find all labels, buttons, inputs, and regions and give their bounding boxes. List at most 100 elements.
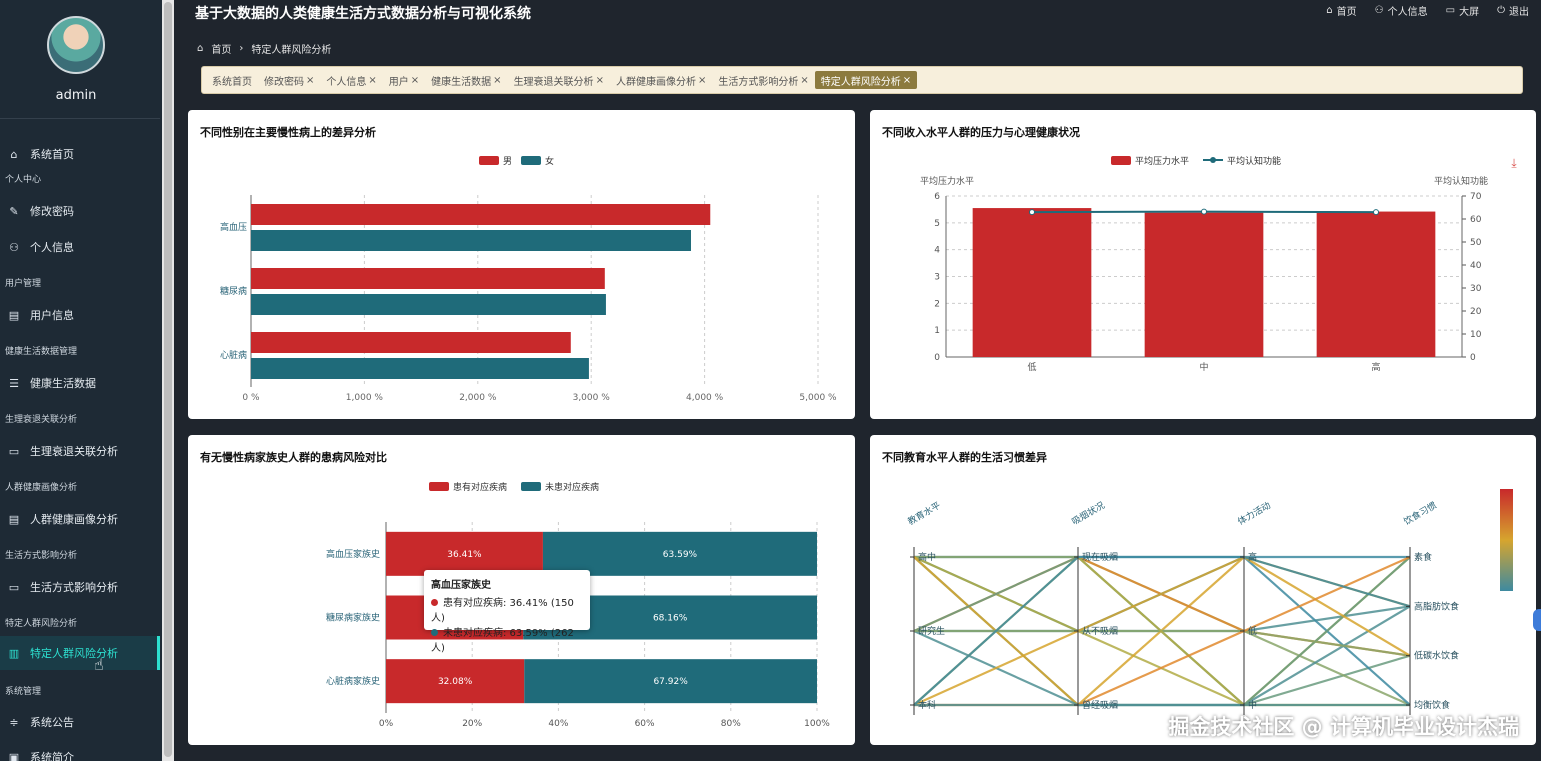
sidebar-item-about[interactable]: ▣ 系统简介	[0, 740, 160, 761]
x-tick-label: 60%	[635, 719, 655, 729]
tab-label: 个人信息	[326, 76, 367, 88]
legend-label: 患有对应疾病	[453, 481, 507, 493]
x-tick-label: 高	[1371, 361, 1380, 373]
tab-2[interactable]: 个人信息 ×	[320, 71, 382, 89]
sidebar: admin ⌂ 系统首页 个人中心 ✎ 修改密码 ⚇ 个人信息 用户管理 ▤ 用户信息 …	[0, 0, 162, 761]
info-icon: ▣	[8, 750, 20, 761]
sidebar-item-label: 个人信息	[30, 241, 74, 254]
tab-5[interactable]: 生理衰退关联分析 ×	[508, 71, 610, 89]
tab-label: 生理衰退关联分析	[513, 76, 594, 88]
axis-category-label: 现在吸烟	[1082, 551, 1118, 563]
sidebar-group-health-data: 健康生活数据管理	[5, 347, 78, 357]
parallel-line	[914, 629, 1411, 657]
app-title: 基于大数据的人类健康生活方式数据分析与可视化系统	[195, 6, 531, 22]
avatar[interactable]	[47, 16, 105, 74]
tab-label: 修改密码	[264, 76, 304, 88]
close-icon[interactable]: ×	[698, 75, 706, 86]
user-name: admin	[55, 88, 97, 103]
close-icon[interactable]: ×	[800, 75, 808, 86]
legend-swatch	[521, 482, 541, 491]
sidebar-item-profile[interactable]: ⚇ 个人信息	[0, 230, 160, 264]
tab-1[interactable]: 修改密码 ×	[258, 71, 320, 89]
tab-4[interactable]: 健康生活数据 ×	[425, 71, 507, 89]
sidebar-item-label: 系统首页	[30, 148, 74, 161]
top-nav-bigscreen[interactable]: ▭ 大屏	[1446, 3, 1479, 18]
y-tick-label: 4	[934, 246, 940, 256]
y-tick-label: 1	[934, 326, 940, 336]
sidebar-item-label: 人群健康画像分析	[30, 513, 118, 526]
scrollbar-thumb[interactable]	[164, 2, 172, 757]
tab-6[interactable]: 人群健康画像分析 ×	[610, 71, 712, 89]
close-icon[interactable]: ×	[368, 75, 376, 86]
close-icon[interactable]: ×	[411, 75, 419, 86]
user-icon: ⚇	[1374, 5, 1384, 16]
tab-3[interactable]: 用户 ×	[383, 71, 425, 89]
chart-card-gender-disease: 不同性别在主要慢性病上的差异分析 男女0 % 1,000 % 2,000 % 3,00…	[188, 110, 855, 419]
monitor-icon: ▭	[1445, 5, 1456, 16]
sidebar-item-health-data[interactable]: ☰ 健康生活数据	[0, 366, 160, 400]
sidebar-group-users: 用户管理	[5, 279, 42, 289]
close-icon[interactable]: ×	[903, 75, 911, 86]
x-tick-label: 0%	[379, 719, 394, 729]
y2-tick-label: 20	[1470, 307, 1482, 317]
tab-7[interactable]: 生活方式影响分析 ×	[712, 71, 814, 89]
parallel-line	[913, 555, 1411, 657]
chart-card-education-habits: 不同教育水平人群的生活习惯差异 教育水平 高中 研究生 本科 吸烟状况 现在吸烟 从不吸烟曾…	[870, 435, 1536, 745]
axis-category-label: 低	[1248, 625, 1257, 637]
bar	[251, 204, 711, 225]
y2-tick-label: 60	[1470, 215, 1482, 225]
home-icon: ⌂	[10, 147, 18, 161]
tooltip-line: 患有对应疾病: 36.41% (150人)	[431, 598, 574, 624]
y2-tick-label: 10	[1470, 330, 1482, 340]
x-tick-label: 40%	[548, 719, 568, 729]
axis-category-label: 均衡饮食	[1414, 699, 1450, 711]
legend-swatch	[1111, 156, 1131, 165]
clipboard-icon: ▤	[8, 308, 20, 322]
axis-category-label: 本科	[918, 699, 936, 711]
top-nav-logout[interactable]: ⏻ 退出	[1497, 3, 1529, 18]
breadcrumb-home[interactable]: 首页	[211, 41, 231, 56]
sidebar-scrollbar[interactable]	[162, 0, 174, 761]
y2-tick-label: 50	[1470, 238, 1482, 248]
y-tick-label: 0	[934, 353, 940, 363]
close-icon[interactable]: ×	[596, 75, 604, 86]
sidebar-item-announcement[interactable]: ≑ 系统公告	[0, 705, 160, 739]
sidebar-item-decline-analysis[interactable]: ▭ 生理衰退关联分析	[0, 434, 160, 468]
line-point	[1201, 208, 1207, 215]
data-label: 32.08%	[438, 677, 473, 687]
sidebar-item-lifestyle-analysis[interactable]: ▭ 生活方式影响分析	[0, 570, 160, 604]
x-tick-label: 中	[1199, 361, 1208, 373]
top-nav-home[interactable]: ⌂ 首页	[1326, 3, 1356, 18]
legend-swatch	[429, 482, 449, 491]
y2-tick-label: 30	[1470, 284, 1482, 294]
tab-label: 用户	[388, 76, 409, 88]
y-tick-label: 5	[934, 219, 940, 229]
sidebar-item-label: 系统公告	[30, 716, 74, 729]
tab-8[interactable]: 特定人群风险分析 ×	[814, 71, 918, 89]
download-icon: ⤓	[1511, 156, 1517, 170]
x-tick-label: 100%	[804, 719, 830, 729]
y-tick-label: 高血压	[220, 221, 247, 233]
sidebar-item-change-password[interactable]: ✎ 修改密码	[0, 194, 160, 228]
legend-swatch	[521, 156, 541, 165]
tab-0[interactable]: 系统首页	[206, 71, 258, 89]
close-icon[interactable]: ×	[306, 75, 314, 86]
y2-axis-title: 平均认知功能	[1434, 175, 1488, 187]
y-tick-label: 2	[934, 299, 940, 309]
axis-category-label: 低碳水饮食	[1414, 650, 1459, 662]
y-tick-label: 心脏病家族史	[326, 675, 380, 687]
close-icon[interactable]: ×	[493, 75, 501, 86]
x-tick-label: 3,000 %	[573, 393, 611, 403]
sidebar-item-users[interactable]: ▤ 用户信息	[0, 298, 160, 332]
home-icon: ⌂	[1326, 5, 1333, 16]
sidebar-item-home[interactable]: ⌂ 系统首页	[0, 137, 160, 171]
sidebar-item-label: 特定人群风险分析	[30, 647, 118, 660]
x-tick-label: 1,000 %	[346, 393, 384, 403]
y-tick-label: 心脏病	[220, 349, 247, 361]
chevron-right-icon: ›	[239, 43, 244, 54]
sidebar-item-risk-analysis[interactable]: ▥ 特定人群风险分析	[0, 636, 160, 670]
tab-label: 健康生活数据	[431, 76, 492, 88]
floating-widget-button[interactable]	[1533, 609, 1541, 631]
sidebar-item-portrait-analysis[interactable]: ▤ 人群健康画像分析	[0, 502, 160, 536]
top-nav-profile[interactable]: ⚇ 个人信息	[1375, 3, 1428, 18]
